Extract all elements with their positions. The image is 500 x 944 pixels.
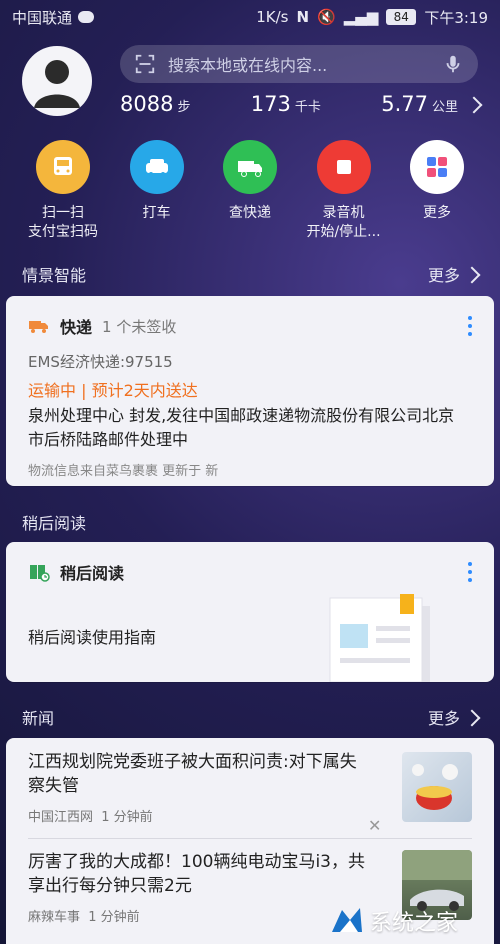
- read-later-title: 稍后阅读: [60, 564, 125, 583]
- express-title: 快递: [60, 318, 93, 337]
- read-later-guide[interactable]: 稍后阅读使用指南: [28, 624, 156, 648]
- taxi-icon[interactable]: [129, 140, 184, 194]
- truck-icon[interactable]: [223, 140, 277, 194]
- section-scene-more[interactable]: 更多: [428, 262, 481, 286]
- network-speed: 1K/s: [256, 8, 289, 26]
- chevron-right-icon[interactable]: [465, 96, 483, 114]
- read-later-card[interactable]: 稍后阅读 稍后阅读使用指南: [6, 542, 494, 682]
- record-stop-icon[interactable]: [316, 140, 371, 194]
- quick-action-recorder-label: 录音机 开始/停止...: [306, 205, 381, 240]
- chevron-right-icon: [463, 709, 481, 727]
- grid-more-icon[interactable]: [410, 140, 464, 194]
- quick-actions: 扫一扫 支付宝扫码 打车 查快递 录音机 开始/停止... 更多: [0, 140, 500, 242]
- bus-scan-icon[interactable]: [36, 140, 90, 194]
- read-later-more-icon[interactable]: [468, 562, 474, 582]
- chevron-right-icon: [463, 266, 481, 284]
- quick-action-scan[interactable]: 扫一扫 支付宝扫码: [20, 140, 106, 242]
- calories-stat: 173 千卡: [251, 92, 321, 116]
- wechat-icon: [78, 11, 95, 23]
- quick-action-taxi-label: 打车: [142, 205, 171, 221]
- calories-unit: 千卡: [294, 100, 321, 115]
- steps-unit: 步: [177, 100, 191, 115]
- search-bar[interactable]: 搜索本地或在线内容...: [120, 45, 478, 83]
- signal-icon: ▂▄▆: [343, 8, 379, 26]
- book-clock-icon: [30, 565, 50, 582]
- news-time: 1 分钟前: [88, 910, 140, 925]
- section-read-later-title: 稍后阅读: [22, 514, 87, 533]
- steps-stat: 8088 步: [120, 92, 190, 116]
- clock: 下午3:19: [424, 8, 488, 27]
- news-title: 江西规划院党委班子被大面积问责:对下属失察失管: [28, 752, 357, 796]
- section-news-more[interactable]: 更多: [428, 705, 481, 729]
- news-meta: 麻辣车事 1 分钟前: [28, 906, 368, 925]
- quick-action-taxi[interactable]: 打车: [114, 140, 200, 242]
- dismiss-icon[interactable]: ✕: [368, 816, 381, 835]
- search-input[interactable]: 搜索本地或在线内容...: [168, 52, 442, 76]
- section-read-later-header: 稍后阅读: [0, 510, 500, 534]
- mic-icon[interactable]: [442, 53, 464, 75]
- watermark-text: 系统之家: [370, 911, 459, 936]
- news-meta: 中国江西网 1 分钟前: [28, 806, 368, 825]
- quick-action-express-label: 查快递: [229, 205, 271, 221]
- quick-action-more[interactable]: 更多: [394, 140, 480, 242]
- news-item-text: 厉害了我的大成都！100辆纯电动宝马i3，共享出行每分钟只需2元 麻辣车事 1 …: [28, 850, 368, 925]
- avatar[interactable]: [22, 46, 92, 116]
- news-source: 麻辣车事: [28, 910, 81, 925]
- news-source: 中国江西网: [28, 810, 94, 825]
- watermark-logo-icon: [332, 908, 362, 932]
- section-news-header: 新闻 更多: [0, 705, 500, 729]
- steps-value: 8088: [120, 92, 174, 116]
- news-item-text: 江西规划院党委班子被大面积问责:对下属失察失管 中国江西网 1 分钟前: [28, 750, 368, 825]
- watermark: 系统之家: [330, 902, 490, 940]
- health-stats[interactable]: 8088 步 173 千卡 5.77 公里: [120, 92, 483, 116]
- nfc-icon: 𝗡: [296, 8, 310, 26]
- document-illustration-icon: [329, 594, 430, 682]
- news-divider: [28, 838, 472, 839]
- user-silhouette-icon: [34, 60, 80, 108]
- section-scene-header: 情景智能 更多: [0, 262, 500, 286]
- express-detail: 泉州处理中心 封发,发往中国邮政速递物流股份有限公司北京市后桥陆路邮件处理中: [28, 406, 455, 449]
- battery-icon: 84: [386, 9, 417, 25]
- read-later-card-header: 稍后阅读: [28, 560, 124, 584]
- news-time: 1 分钟前: [101, 810, 153, 825]
- distance-unit: 公里: [431, 100, 458, 115]
- express-card[interactable]: 快递 1 个未签收 EMS经济快递:97515 运输中 | 预计2天内送达 泉州…: [6, 296, 494, 486]
- news-thumbnail: [402, 752, 472, 822]
- express-status: 运输中 | 预计2天内送达: [28, 381, 198, 400]
- distance-stat: 5.77 公里: [381, 92, 483, 116]
- express-more-icon[interactable]: [468, 316, 474, 336]
- distance-value: 5.77: [381, 92, 428, 116]
- quick-action-express[interactable]: 查快递: [207, 140, 293, 242]
- news-title: 厉害了我的大成都！100辆纯电动宝马i3，共享出行每分钟只需2元: [28, 852, 365, 896]
- section-news-title: 新闻: [22, 709, 55, 728]
- mute-icon: 🔇: [317, 8, 336, 26]
- calories-value: 173: [250, 92, 291, 116]
- express-source: 物流信息来自菜鸟裹裹 更新于 新: [28, 464, 219, 479]
- quick-action-recorder[interactable]: 录音机 开始/停止...: [301, 140, 387, 242]
- status-bar: 中国联通 1K/s 𝗡 🔇 ▂▄▆ 84 下午3:19: [0, 0, 500, 34]
- section-scene-title: 情景智能: [22, 266, 87, 285]
- quick-action-more-label: 更多: [423, 205, 451, 221]
- express-subtitle: 1 个未签收: [102, 317, 177, 336]
- quick-action-scan-label: 扫一扫 支付宝扫码: [28, 205, 98, 240]
- scan-icon[interactable]: [134, 53, 156, 75]
- express-tracking: EMS经济快递:97515: [28, 353, 173, 371]
- carrier-label: 中国联通: [12, 8, 73, 27]
- express-card-header: 快递 1 个未签收: [28, 314, 176, 338]
- news-thumbnail-image-icon: [412, 764, 458, 810]
- express-truck-icon: [29, 321, 48, 333]
